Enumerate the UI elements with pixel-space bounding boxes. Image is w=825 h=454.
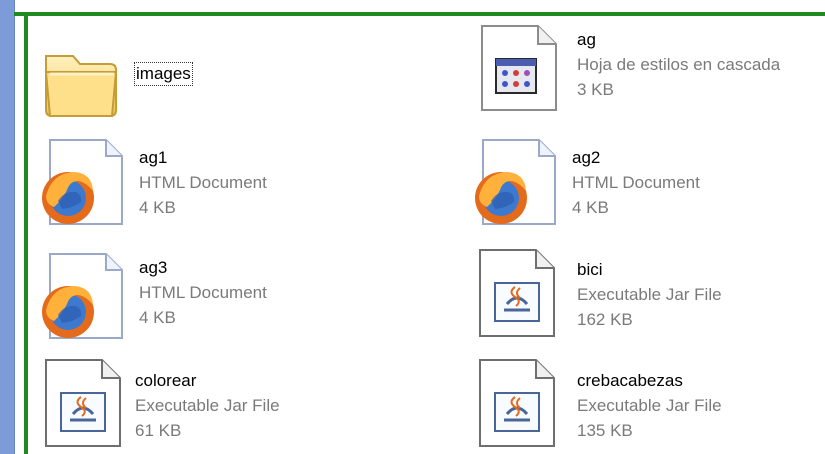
file-type-ag: Hoja de estilos en cascada: [577, 55, 781, 74]
firefox-html-icon: [42, 139, 123, 225]
file-size-bici: 162 KB: [577, 310, 633, 329]
java-jar-icon: [479, 249, 555, 337]
file-type-bici: Executable Jar File: [577, 285, 722, 304]
file-size-colorear: 61 KB: [135, 421, 182, 440]
file-name-crebacabezas[interactable]: crebacabezas: [577, 368, 825, 393]
file-item-images[interactable]: images: [38, 34, 418, 126]
file-type-colorear: Executable Jar File: [135, 396, 280, 415]
file-explorer-view: images ag Hoja de estilos en cascada 3 K…: [0, 0, 825, 454]
file-item-colorear[interactable]: colorear Executable Jar File 61 KB: [38, 358, 418, 450]
selection-frame-top: [14, 12, 825, 16]
explorer-left-pane-edge: [0, 0, 15, 454]
file-type-crebacabezas: Executable Jar File: [577, 396, 722, 415]
file-name-images[interactable]: images: [134, 62, 193, 86]
firefox-html-icon: [475, 139, 556, 225]
file-size-ag2: 4 KB: [572, 198, 609, 217]
file-size-ag3: 4 KB: [139, 308, 176, 327]
file-size-crebacabezas: 135 KB: [577, 421, 633, 440]
file-name-colorear[interactable]: colorear: [135, 368, 405, 393]
java-jar-icon: [479, 359, 555, 447]
folder-icon: [44, 55, 118, 117]
file-name-ag2[interactable]: ag2: [572, 145, 825, 170]
file-item-ag[interactable]: ag Hoja de estilos en cascada 3 KB: [472, 24, 825, 116]
file-name-bici[interactable]: bici: [577, 257, 825, 282]
file-item-crebacabezas[interactable]: crebacabezas Executable Jar File 135 KB: [472, 358, 825, 450]
file-name-ag[interactable]: ag: [577, 27, 825, 52]
file-size-ag: 3 KB: [577, 80, 614, 99]
file-name-ag3[interactable]: ag3: [139, 255, 409, 280]
file-item-ag1[interactable]: ag1 HTML Document 4 KB: [34, 138, 414, 230]
file-item-ag3[interactable]: ag3 HTML Document 4 KB: [34, 252, 414, 344]
file-item-bici[interactable]: bici Executable Jar File 162 KB: [472, 248, 825, 340]
firefox-html-icon: [42, 253, 123, 339]
file-name-ag1[interactable]: ag1: [139, 145, 409, 170]
selection-frame-left: [24, 12, 28, 454]
file-type-ag1: HTML Document: [139, 173, 267, 192]
file-type-ag3: HTML Document: [139, 283, 267, 302]
css-file-icon: [481, 25, 557, 111]
file-type-ag2: HTML Document: [572, 173, 700, 192]
java-jar-icon: [45, 359, 121, 447]
file-size-ag1: 4 KB: [139, 198, 176, 217]
file-item-ag2[interactable]: ag2 HTML Document 4 KB: [467, 138, 825, 230]
